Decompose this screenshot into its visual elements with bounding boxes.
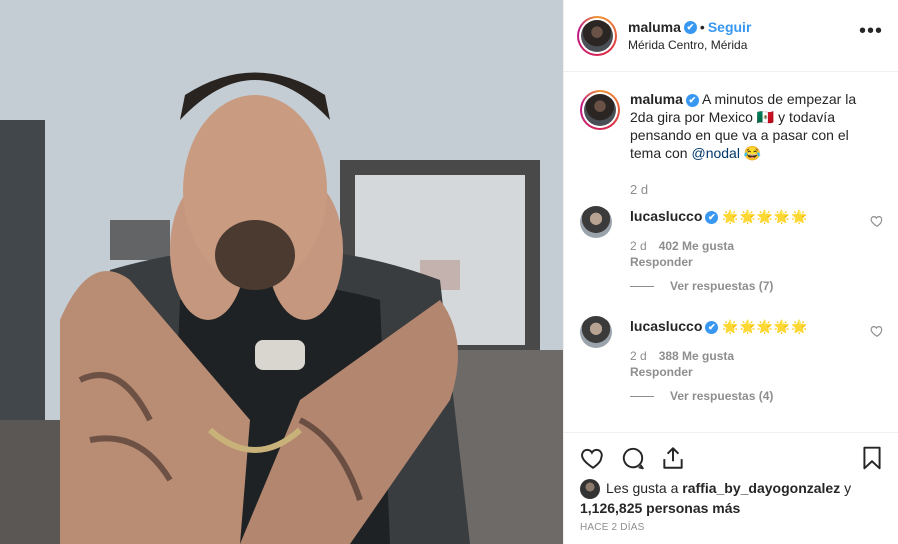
author-username[interactable]: maluma [628, 19, 681, 35]
author-avatar[interactable] [577, 16, 617, 56]
comment-time[interactable]: 2 d [630, 239, 647, 253]
commenter-username[interactable]: lucaslucco [630, 208, 702, 224]
verified-icon: ✔ [705, 320, 719, 334]
verified-icon: ✔ [685, 93, 699, 107]
location-link[interactable]: Mérida Centro, Mérida [628, 38, 747, 52]
separator-dot: • [699, 19, 705, 35]
commenter-username[interactable]: lucaslucco [630, 318, 702, 334]
post-timestamp[interactable]: HACE 2 DÍAS [580, 522, 644, 533]
comment-meta: 2 d 388 Me gusta [630, 349, 870, 363]
caption-username[interactable]: maluma [630, 91, 683, 107]
comment-text: 🌟🌟🌟🌟🌟 [722, 319, 809, 334]
likes-connector: y [840, 480, 852, 496]
view-replies-label: Ver respuestas (7) [670, 279, 774, 293]
replies-line [630, 396, 654, 398]
replies-line [630, 286, 654, 288]
share-icon[interactable] [660, 445, 686, 471]
more-icon[interactable]: ••• [859, 21, 883, 41]
view-replies-label: Ver respuestas (4) [670, 389, 774, 403]
comment-likes[interactable]: 388 Me gusta [659, 349, 734, 363]
comment-text: 🌟🌟🌟🌟🌟 [722, 209, 809, 224]
verified-icon: ✔ [705, 210, 719, 224]
comment-likes[interactable]: 402 Me gusta [659, 239, 734, 253]
likes-summary: Les gusta a raffia_by_dayogonzalez y 1,1… [580, 479, 880, 517]
view-replies-button[interactable]: Ver respuestas (4) [630, 389, 773, 403]
post-header: maluma ✔ • Seguir Mérida Centro, Mérida ••• [564, 0, 898, 72]
reply-button[interactable]: Responder [630, 365, 870, 379]
caption-mention[interactable]: @nodal [691, 145, 739, 161]
heart-icon[interactable] [580, 445, 606, 471]
bookmark-icon[interactable] [859, 445, 885, 471]
view-replies-button[interactable]: Ver respuestas (7) [630, 279, 773, 293]
caption-time[interactable]: 2 d [630, 182, 648, 197]
comment-heart-icon[interactable] [870, 214, 884, 228]
commenter-avatar[interactable] [580, 316, 612, 348]
verified-icon: ✔ [683, 21, 697, 35]
action-bar: Les gusta a raffia_by_dayogonzalez y 1,1… [564, 432, 898, 544]
comment-icon[interactable] [620, 445, 646, 471]
likes-prefix: Les gusta a [606, 480, 683, 496]
comment-body: lucaslucco ✔ 🌟🌟🌟🌟🌟 2 d 388 Me gusta Respon… [630, 318, 870, 379]
post-photo[interactable] [0, 0, 563, 544]
likes-count[interactable]: 1,126,825 personas más [580, 500, 740, 516]
comment-heart-icon[interactable] [870, 324, 884, 338]
follow-button[interactable]: Seguir [708, 19, 752, 35]
caption-text: maluma ✔ A minutos de empezar la 2da gira… [630, 90, 878, 162]
liker-avatar[interactable] [580, 479, 600, 500]
post-panel: maluma ✔ • Seguir Mérida Centro, Mérida •••… [563, 0, 898, 544]
reply-button[interactable]: Responder [630, 255, 870, 269]
caption-avatar[interactable] [580, 90, 620, 130]
photo-illustration [0, 0, 563, 544]
author-line: maluma ✔ • Seguir [628, 19, 751, 37]
commenter-avatar[interactable] [580, 206, 612, 238]
caption-body-2: 😂 [739, 145, 762, 161]
comment-time[interactable]: 2 d [630, 349, 647, 363]
comment-body: lucaslucco ✔ 🌟🌟🌟🌟🌟 2 d 402 Me gusta Respon… [630, 208, 870, 269]
liker-username[interactable]: raffia_by_dayogonzalez [682, 480, 840, 496]
comment-meta: 2 d 402 Me gusta [630, 239, 870, 253]
